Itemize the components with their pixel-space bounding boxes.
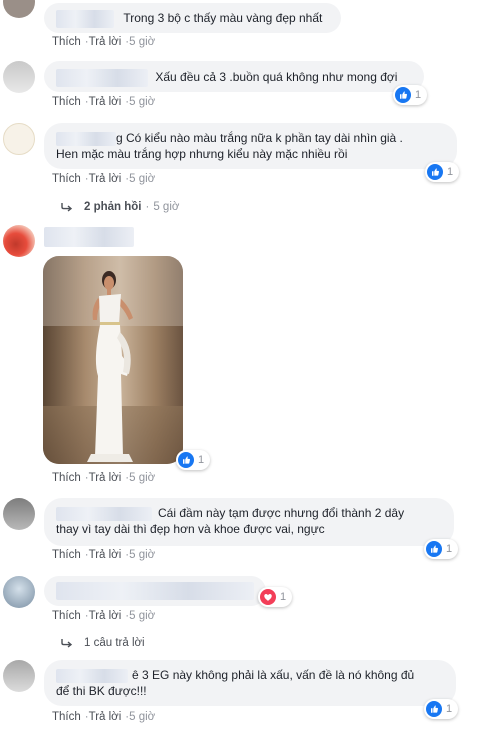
timestamp: 5 giờ xyxy=(129,549,156,561)
white-dress-photo[interactable] xyxy=(43,256,183,464)
like-icon xyxy=(427,164,443,180)
comment-actions: Thích ·Trả lời ·5 giờ xyxy=(52,96,156,108)
like-link[interactable]: Thích xyxy=(52,711,81,723)
avatar[interactable] xyxy=(3,0,35,18)
comment-text: Trong 3 bộ c thấy màu vàng đẹp nhất xyxy=(123,11,323,26)
like-icon xyxy=(178,452,194,468)
like-link[interactable]: Thích xyxy=(52,96,81,108)
comment-bubble: Xấu đều cả 3 .buồn quá không như mong đợ… xyxy=(44,61,424,92)
redacted-username xyxy=(56,582,254,600)
comment-text: để thi BK được!!! xyxy=(56,684,147,698)
redacted-username xyxy=(56,69,148,87)
comment-text: Cái đầm này tạm được nhưng đổi thành 2 d… xyxy=(158,506,405,520)
avatar[interactable] xyxy=(3,225,35,257)
reply-link[interactable]: Trả lời xyxy=(89,173,122,185)
view-replies-link[interactable]: 2 phản hồi · 5 giờ xyxy=(60,201,179,213)
comment-actions: Thích ·Trả lời ·5 giờ xyxy=(52,472,156,484)
timestamp: 5 giờ xyxy=(129,472,156,484)
comment-actions: Thích ·Trả lời ·5 giờ xyxy=(52,610,156,622)
like-link[interactable]: Thích xyxy=(52,173,81,185)
like-icon xyxy=(426,541,442,557)
comment-actions: Thích ·Trả lời ·5 giờ xyxy=(52,36,156,48)
comment-bubble: Cái đầm này tạm được nhưng đổi thành 2 d… xyxy=(44,498,454,546)
like-link[interactable]: Thích xyxy=(52,472,81,484)
redacted-username xyxy=(56,668,128,683)
timestamp: 5 giờ xyxy=(129,610,156,622)
redacted-username xyxy=(56,131,116,146)
comment-text: thay vì tay dài thì đẹp hơn và khoe được… xyxy=(56,522,325,536)
redacted-username xyxy=(56,10,114,28)
reaction-count[interactable]: 1 xyxy=(424,539,459,559)
reaction-count[interactable]: 1 xyxy=(424,699,459,719)
reply-arrow-icon xyxy=(61,203,73,212)
reply-link[interactable]: Trả lời xyxy=(89,36,122,48)
redacted-username xyxy=(56,506,152,521)
reaction-count[interactable]: 1 xyxy=(258,587,293,607)
like-icon xyxy=(426,701,442,717)
comment-actions: Thích ·Trả lời ·5 giờ xyxy=(52,173,156,185)
redacted-username xyxy=(44,227,134,247)
reaction-count[interactable]: 1 xyxy=(425,162,460,182)
love-icon xyxy=(260,589,276,605)
avatar[interactable] xyxy=(3,498,35,530)
reply-arrow-icon xyxy=(61,639,73,648)
reply-link[interactable]: Trả lời xyxy=(89,472,122,484)
reaction-count[interactable]: 1 xyxy=(393,85,428,105)
reply-link[interactable]: Trả lời xyxy=(89,549,122,561)
comment-text: ê 3 EG này không phải là xấu, vấn đề là … xyxy=(132,668,415,682)
like-link[interactable]: Thích xyxy=(52,549,81,561)
reaction-number: 1 xyxy=(415,89,422,101)
comment-bubble: ê 3 EG này không phải là xấu, vấn đề là … xyxy=(44,660,456,706)
comment-bubble: Trong 3 bộ c thấy màu vàng đẹp nhất xyxy=(44,3,341,33)
avatar[interactable] xyxy=(3,660,35,692)
reply-link[interactable]: Trả lời xyxy=(89,96,122,108)
reaction-count[interactable]: 1 xyxy=(176,450,211,470)
timestamp: 5 giờ xyxy=(129,711,156,723)
reply-link[interactable]: Trả lời xyxy=(89,711,122,723)
like-icon xyxy=(395,87,411,103)
reaction-number: 1 xyxy=(280,591,287,603)
timestamp: 5 giờ xyxy=(129,36,156,48)
timestamp: 5 giờ xyxy=(129,96,156,108)
comment-actions: Thích ·Trả lời ·5 giờ xyxy=(52,711,156,723)
avatar[interactable] xyxy=(3,576,35,608)
comment-bubble xyxy=(44,576,266,606)
comment-text: Hen mặc màu trắng hợp nhưng kiểu này mặc… xyxy=(56,147,348,161)
reaction-number: 1 xyxy=(447,166,454,178)
reaction-number: 1 xyxy=(198,454,205,466)
reaction-number: 1 xyxy=(446,703,453,715)
comment-actions: Thích ·Trả lời ·5 giờ xyxy=(52,549,156,561)
view-replies-link[interactable]: 1 câu trả lời xyxy=(60,637,145,649)
avatar[interactable] xyxy=(3,61,35,93)
comment-text: g Có kiểu nào màu trắng nữa k phần tay d… xyxy=(116,131,403,145)
avatar[interactable] xyxy=(3,123,35,155)
like-link[interactable]: Thích xyxy=(52,36,81,48)
comment-text: Xấu đều cả 3 .buồn quá không như mong đợ… xyxy=(155,70,398,85)
timestamp: 5 giờ xyxy=(129,173,156,185)
reaction-number: 1 xyxy=(446,543,453,555)
reply-link[interactable]: Trả lời xyxy=(89,610,122,622)
comment-bubble: g Có kiểu nào màu trắng nữa k phần tay d… xyxy=(44,123,457,169)
like-link[interactable]: Thích xyxy=(52,610,81,622)
